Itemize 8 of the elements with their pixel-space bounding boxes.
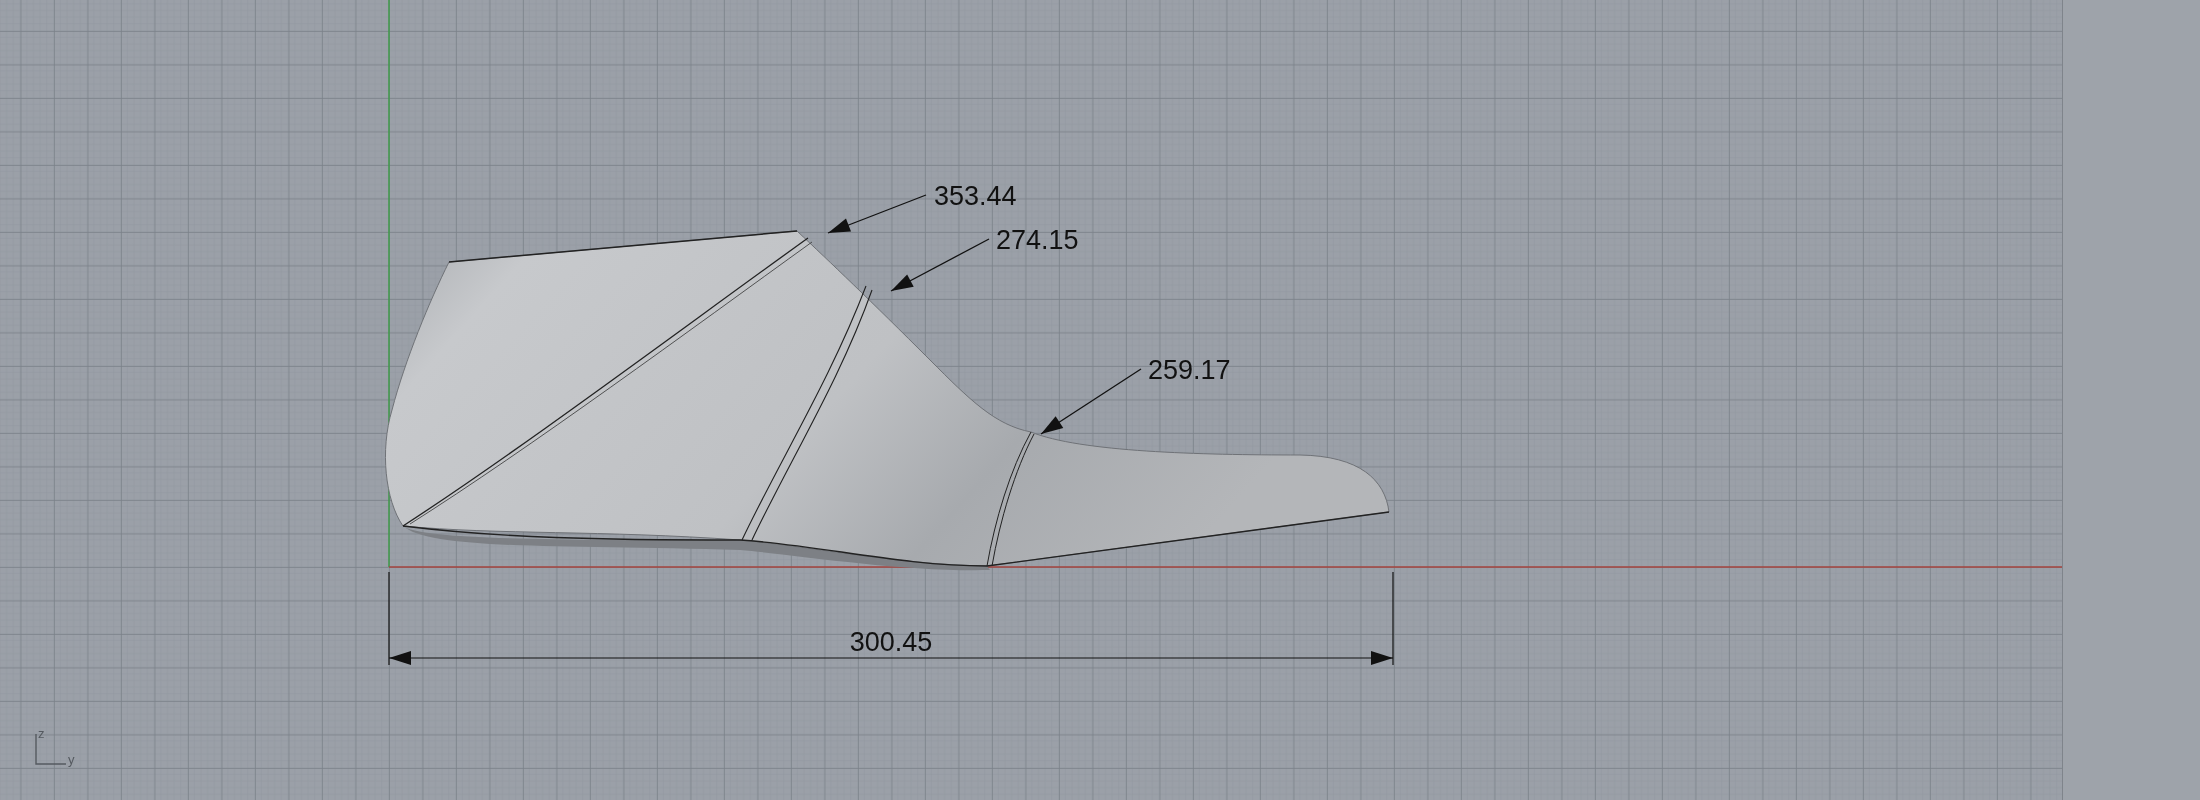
dimension-label: 353.44	[934, 181, 1017, 211]
dimension-label: 300.45	[849, 627, 933, 657]
viewport[interactable]: 353.44 274.15 259.17 300.45 z y	[0, 0, 2062, 800]
axis-label: y	[68, 752, 75, 767]
dimension-label: 259.17	[1148, 355, 1231, 385]
axis-label: z	[38, 726, 45, 741]
axis-icon	[35, 733, 67, 765]
dimension-label: 274.15	[996, 225, 1079, 255]
